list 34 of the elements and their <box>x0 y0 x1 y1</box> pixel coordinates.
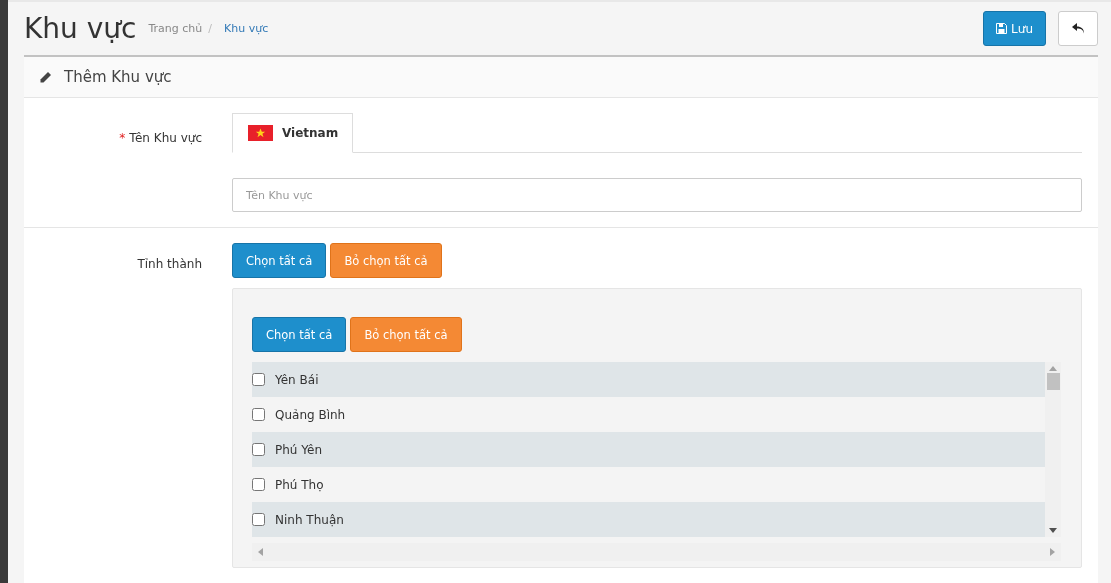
scroll-thumb[interactable] <box>1046 373 1060 390</box>
panel-title: Thêm Khu vực <box>64 68 172 86</box>
flag-icon <box>248 125 273 141</box>
select-all-button[interactable]: Chọn tất cả <box>232 243 327 278</box>
horizontal-scrollbar[interactable] <box>252 543 1061 561</box>
up-arrow-icon <box>1049 366 1057 371</box>
province-checkbox[interactable] <box>252 443 265 456</box>
pencil-icon <box>39 70 52 84</box>
save-button[interactable]: Lưu <box>983 11 1046 46</box>
vertical-scrollbar[interactable] <box>1045 362 1061 537</box>
province-checkbox[interactable] <box>252 513 265 526</box>
province-item[interactable]: Ninh Thuận <box>252 502 1045 537</box>
reply-arrow-icon <box>1071 23 1085 34</box>
left-arrow-icon <box>258 548 263 556</box>
area-name-input[interactable]: Tên Khu vực <box>232 178 1082 212</box>
deselect-all-button[interactable]: Bỏ chọn tất cả <box>330 243 442 278</box>
breadcrumb-separator: / <box>208 22 212 35</box>
required-mark: * <box>119 131 126 145</box>
back-button[interactable] <box>1058 11 1098 46</box>
field-label: Tên Khu vực <box>129 131 202 145</box>
page-title: Khu vực <box>24 12 137 45</box>
language-tab[interactable]: Vietnam <box>232 113 354 153</box>
province-checkbox[interactable] <box>252 478 265 491</box>
down-arrow-icon <box>1049 528 1057 533</box>
breadcrumb-link[interactable]: Khu vực <box>224 22 269 35</box>
breadcrumb-link[interactable]: Trang chủ <box>148 22 203 35</box>
field-label: Tỉnh thành <box>137 257 202 271</box>
province-checkbox[interactable] <box>252 373 265 386</box>
province-item[interactable]: Phú Yên <box>252 432 1045 467</box>
select-all-button[interactable]: Chọn tất cả <box>252 317 347 352</box>
province-checkbox[interactable] <box>252 408 265 421</box>
deselect-all-button[interactable]: Bỏ chọn tất cả <box>350 317 462 352</box>
province-item[interactable]: Yên Bái <box>252 362 1045 397</box>
right-arrow-icon <box>1050 548 1055 556</box>
